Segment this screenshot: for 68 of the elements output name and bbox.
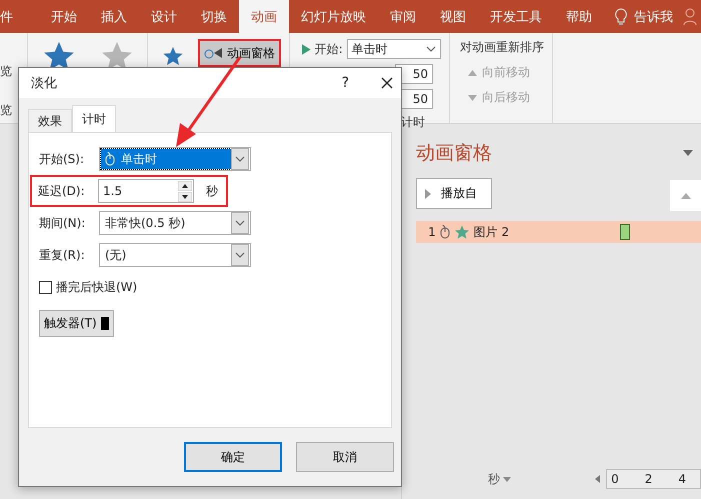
triangle-up-icon <box>468 70 477 76</box>
start-label: 开始: <box>314 40 343 58</box>
close-icon[interactable] <box>381 77 393 89</box>
field-label: 期间(N): <box>39 214 86 232</box>
checkbox-label: 播完后快退(W) <box>56 279 138 296</box>
play-from-button[interactable]: 播放自 <box>416 178 492 209</box>
trigger-button[interactable]: 触发器(T) <box>39 310 114 337</box>
field-label: 开始(S): <box>39 150 86 168</box>
ribbon-tab[interactable]: 插入 <box>89 0 139 33</box>
ribbon-tab[interactable]: 动画 <box>239 0 289 33</box>
spin-up-button[interactable] <box>178 180 192 190</box>
person-icon[interactable] <box>683 8 699 26</box>
ribbon-tab[interactable]: 幻灯片放映 <box>289 0 378 33</box>
ribbon-tab[interactable]: 视图 <box>428 0 478 33</box>
item-name: 图片 2 <box>474 224 510 240</box>
ribbon-tab[interactable]: 件 <box>0 0 25 33</box>
mouse-icon <box>105 152 115 166</box>
ruler-tick-label: 4 <box>678 472 686 486</box>
dropdown-icon[interactable] <box>503 476 512 482</box>
ok-button[interactable]: 确定 <box>184 442 282 472</box>
item-number: 1 <box>428 225 436 239</box>
cancel-button[interactable]: 取消 <box>296 442 394 472</box>
triangle-up-icon <box>680 192 690 198</box>
field-label: 重复(R): <box>39 246 86 264</box>
mouse-icon <box>440 225 450 239</box>
unit-label: 秒 <box>206 182 218 200</box>
chevron-down-icon <box>235 220 245 226</box>
chevron-down-icon <box>426 46 436 52</box>
ruler-tick-label: 0 <box>611 472 619 486</box>
dropdown-field[interactable]: (无) <box>99 243 251 267</box>
chevron-down-icon <box>235 252 245 258</box>
start-dropdown[interactable]: 单击时 <box>346 39 441 59</box>
dropdown-field[interactable]: 非常快(0.5 秒) <box>99 211 251 235</box>
play-icon <box>302 44 311 54</box>
ribbon-tab[interactable]: 帮助 <box>554 0 604 33</box>
checkbox[interactable] <box>39 281 52 294</box>
help-button[interactable]: ? <box>342 75 349 91</box>
ribbon-tab[interactable]: 切换 <box>189 0 239 33</box>
group-label: 览 <box>0 102 13 119</box>
tell-me-search[interactable]: 告诉我 <box>634 0 673 33</box>
spin-field[interactable]: 1.5 <box>98 179 194 203</box>
play-icon <box>425 188 432 198</box>
animation-item[interactable]: 1 图片 2 <box>416 221 701 243</box>
scroll-left-icon[interactable] <box>595 475 600 483</box>
ribbon-tab[interactable]: 设计 <box>139 0 189 33</box>
timer-icon <box>204 46 224 60</box>
square-icon <box>100 317 109 330</box>
dialog-tab[interactable]: 计时 <box>72 105 116 132</box>
spin-down-button[interactable] <box>178 192 192 202</box>
dialog-tab[interactable]: 效果 <box>28 109 72 132</box>
reorder-title: 对动画重新排序 <box>460 39 544 56</box>
ribbon-tab[interactable]: 开始 <box>39 0 89 33</box>
pane-title: 动画窗格 <box>416 141 492 166</box>
chevron-down-icon <box>235 156 245 162</box>
field-label: 延迟(D): <box>38 182 86 200</box>
ribbon-tab[interactable]: 开发工具 <box>478 0 554 33</box>
lightbulb-icon[interactable] <box>614 8 628 26</box>
dropdown-field[interactable]: 单击时 <box>99 147 251 171</box>
star-icon <box>454 224 470 240</box>
group-label: 计时 <box>401 114 425 131</box>
dialog-title: 淡化 <box>31 75 58 92</box>
animation-pane-button[interactable]: 动画窗格 <box>198 39 281 67</box>
ribbon-tab[interactable]: 审阅 <box>378 0 428 33</box>
triangle-down-icon <box>468 94 477 100</box>
time-unit-dropdown[interactable]: 秒 <box>488 470 500 488</box>
ruler-tick-label: 2 <box>644 472 652 486</box>
timing-bar-icon <box>620 224 630 240</box>
dropdown-icon[interactable] <box>683 150 693 156</box>
